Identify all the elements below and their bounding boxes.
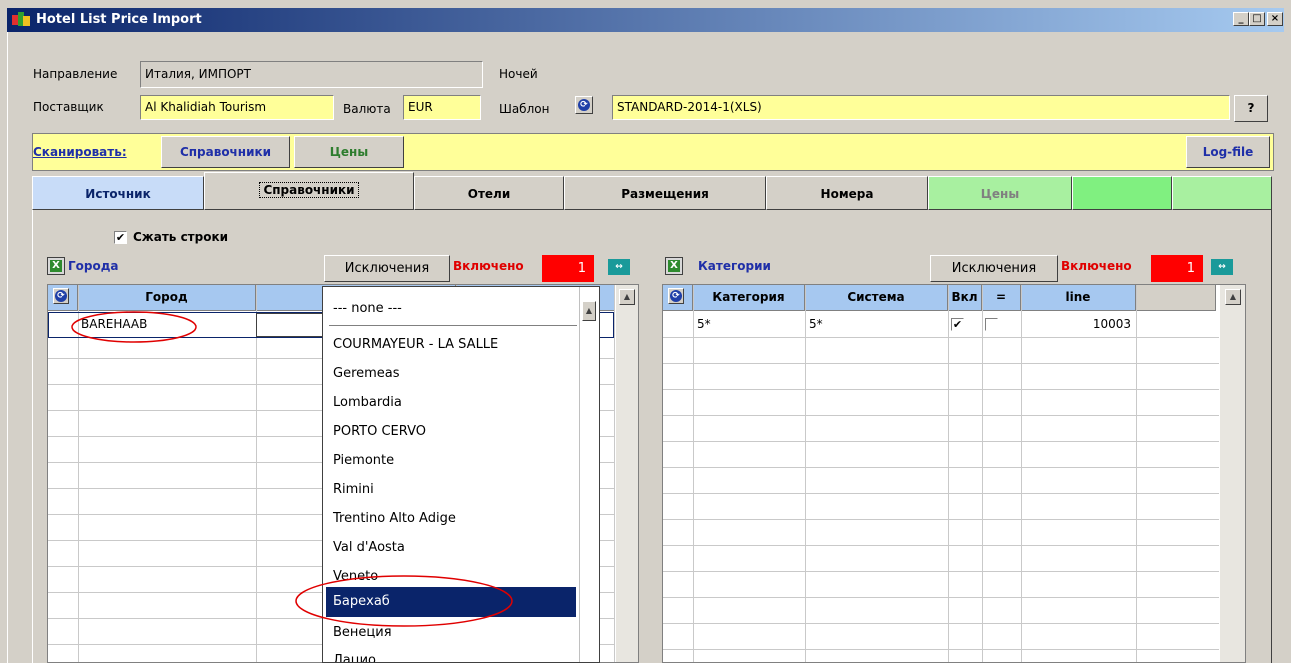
template-field[interactable]: STANDARD-2014-1(XLS): [612, 95, 1230, 120]
enabled-checkbox[interactable]: ✔: [951, 318, 964, 331]
compress-label: Сжать строки: [133, 230, 229, 244]
col-line[interactable]: line: [1021, 285, 1136, 311]
template-label: Шаблон: [499, 102, 550, 116]
dropdown-item[interactable]: --- none ---: [333, 301, 402, 316]
tab-source[interactable]: Источник: [32, 176, 204, 210]
tab-references-label: Справочники: [259, 182, 359, 198]
scan-prices-button[interactable]: Цены: [294, 136, 404, 168]
refresh-icon: ⟳: [670, 290, 682, 302]
dropdown-item[interactable]: PORTO CERVO: [333, 424, 426, 439]
cities-scrollbar[interactable]: ▲: [615, 285, 638, 662]
cities-included-count: 1: [542, 255, 594, 282]
expand-columns-icon[interactable]: ↔: [608, 259, 630, 275]
help-button[interactable]: ?: [1234, 95, 1268, 122]
col-filler: [1136, 285, 1216, 311]
col-equal[interactable]: =: [982, 285, 1021, 311]
minimize-icon[interactable]: _: [1233, 12, 1249, 26]
close-icon[interactable]: ×: [1267, 12, 1283, 26]
categories-scrollbar[interactable]: ▲: [1219, 285, 1245, 662]
window-title: Hotel List Price Import: [36, 12, 202, 27]
supplier-field[interactable]: Al Khalidiah Tourism: [140, 95, 334, 120]
dropdown-item[interactable]: Trentino Alto Adige: [333, 511, 456, 526]
scan-references-button[interactable]: Справочники: [161, 136, 290, 168]
tab-prices[interactable]: Цены: [928, 176, 1072, 210]
cities-exclusions-button[interactable]: Исключения: [324, 255, 450, 282]
refresh-icon: ⟳: [55, 290, 67, 302]
nights-label: Ночей: [499, 67, 538, 81]
highlight-ellipse: [295, 575, 513, 627]
categories-refresh-button[interactable]: ⟳: [668, 288, 684, 304]
scroll-thumb[interactable]: ▲: [582, 301, 596, 321]
dropdown-item[interactable]: Лацио: [333, 653, 376, 662]
scroll-up-icon[interactable]: ▲: [1225, 289, 1241, 305]
dropdown-item[interactable]: Lombardia: [333, 395, 402, 410]
tab-extra-2[interactable]: [1172, 176, 1272, 210]
cities-included-label: Включено: [453, 259, 524, 273]
tab-rooms[interactable]: Номера: [766, 176, 928, 210]
categories-included-count: 1: [1151, 255, 1203, 282]
cities-title: Города: [68, 259, 119, 273]
equal-checkbox[interactable]: [985, 318, 998, 331]
dropdown-item[interactable]: Rimini: [333, 482, 374, 497]
categories-grid: ⟳ Категория Система Вкл = line 5* 5* ✔ 1…: [662, 284, 1246, 663]
expand-columns-icon[interactable]: ↔: [1211, 259, 1233, 275]
supplier-label: Поставщик: [33, 100, 104, 114]
dropdown-item[interactable]: Piemonte: [333, 453, 394, 468]
col-city[interactable]: Город: [78, 285, 256, 311]
direction-field[interactable]: Италия, ИМПОРТ: [140, 61, 483, 88]
dropdown-item[interactable]: COURMAYEUR - LA SALLE: [333, 337, 498, 352]
tab-hotels[interactable]: Отели: [414, 176, 564, 210]
maximize-icon[interactable]: □: [1249, 12, 1265, 26]
scan-link[interactable]: Сканировать:: [33, 145, 127, 159]
categories-title: Категории: [698, 259, 771, 273]
template-refresh-button[interactable]: ⟳: [575, 96, 593, 114]
refresh-icon: ⟳: [578, 99, 590, 111]
line-cell: 10003: [1092, 317, 1131, 331]
dropdown-separator: [329, 325, 577, 326]
excel-icon[interactable]: X: [47, 257, 65, 275]
col-enabled[interactable]: Вкл: [948, 285, 982, 311]
category-cell: 5*: [697, 317, 711, 331]
scroll-up-icon[interactable]: ▲: [619, 289, 635, 305]
excel-icon[interactable]: X: [665, 257, 683, 275]
categories-exclusions-button[interactable]: Исключения: [930, 255, 1058, 282]
highlight-ellipse: [71, 311, 197, 343]
tab-extra-1[interactable]: [1072, 176, 1172, 210]
log-file-button[interactable]: Log-file: [1186, 136, 1270, 168]
tab-references[interactable]: Справочники: [204, 172, 414, 210]
dropdown-item[interactable]: Val d'Aosta: [333, 540, 405, 555]
cities-refresh-button[interactable]: ⟳: [53, 288, 69, 304]
dropdown-item[interactable]: Geremeas: [333, 366, 400, 381]
tab-placements[interactable]: Размещения: [564, 176, 766, 210]
system-cell: 5*: [809, 317, 823, 331]
col-system[interactable]: Система: [805, 285, 948, 311]
dropdown-scrollbar[interactable]: ▲: [579, 287, 599, 662]
col-category[interactable]: Категория: [693, 285, 805, 311]
direction-label: Направление: [33, 67, 118, 81]
title-bar: Hotel List Price Import _ □ ×: [0, 0, 1291, 34]
currency-label: Валюта: [343, 102, 391, 116]
currency-field[interactable]: EUR: [403, 95, 481, 120]
compress-checkbox[interactable]: ✔: [114, 231, 127, 244]
app-icon: [12, 12, 30, 28]
categories-included-label: Включено: [1061, 259, 1132, 273]
